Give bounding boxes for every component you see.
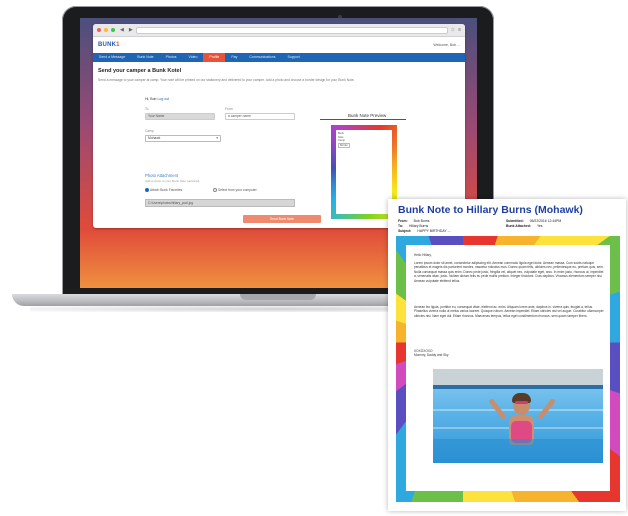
photo-attachment-subtitle: Add a photo to your Bunk Note (optional) (145, 179, 200, 183)
radio-computer[interactable]: Select from your computer (213, 188, 257, 193)
marketing-scene: ◀ ▶ ☆ ≡ BUNK1 Welcome, Bob ... Send a Me… (0, 0, 628, 516)
chevron-down-icon: ▾ (216, 136, 218, 140)
bunk1-logo[interactable]: BUNK1 (98, 42, 120, 48)
pool-wall (433, 369, 603, 385)
pool-water (433, 439, 603, 463)
bunk-note-printout: Bunk Note to Hillary Burns (Mohawk) From… (388, 199, 626, 511)
forward-arrow-icon[interactable]: ▶ (129, 27, 133, 33)
note-paragraph-1: Lorem ipsum dolor sit amet, consectetur … (414, 261, 604, 283)
nav-item[interactable]: Pay (225, 53, 243, 62)
from-label: From (225, 107, 233, 111)
nav-item[interactable]: Photos (160, 53, 183, 62)
laptop-notch (240, 294, 316, 300)
to-field[interactable]: Your Name (145, 113, 215, 120)
browser-window: ◀ ▶ ☆ ≡ BUNK1 Welcome, Bob ... Send a Me… (93, 24, 465, 228)
note-body: Hello Hillary, Lorem ipsum dolor sit ame… (406, 245, 610, 491)
note-signoff: XOXOXOXO Mommy, Daddy and Sky (414, 349, 448, 358)
close-dot[interactable] (97, 28, 101, 32)
send-bunk-note-button[interactable]: Send Bunk Note (243, 215, 321, 223)
page-intro: Send a message to your camper at camp. Y… (98, 78, 355, 82)
zoom-dot[interactable] (111, 28, 115, 32)
meta-to: To: Hillary Burns (398, 224, 429, 228)
meta-submitted: Submitted: 06/22/2016 12:44PM (506, 219, 562, 223)
meta-subject: Subject: HAPPY BIRTHDAY .... (398, 229, 452, 233)
goggles (515, 401, 528, 404)
note-title: Bunk Note to Hillary Burns (Mohawk) (398, 204, 583, 216)
camp-label: Camp (145, 129, 154, 133)
greeting-line: Hi, Bob Log out (145, 97, 170, 101)
main-nav: Send a Message Bunk Note Photos Video Profil… (93, 53, 465, 62)
from-field[interactable]: a camper name (225, 113, 295, 120)
nav-item[interactable]: Profile (203, 53, 226, 62)
note-greeting: Hello Hillary, (414, 253, 432, 257)
border-select[interactable]: Border (338, 142, 350, 149)
page-title: Send your camper a Bunk Kotel (98, 68, 182, 74)
file-path-field[interactable]: C:\Users\photos\hillary_pool.jpg (145, 199, 295, 207)
meta-from: From: Bob Burns (398, 219, 430, 223)
pool-tile (433, 385, 603, 389)
address-bar[interactable] (135, 26, 448, 34)
preview-card-inner: Bunk Note Camp Border (336, 130, 392, 214)
preview-divider (320, 119, 406, 120)
nav-item[interactable]: Communications (243, 53, 281, 62)
nav-item[interactable]: Bunk Note (131, 53, 159, 62)
nav-item[interactable]: Send a Message (93, 53, 131, 62)
signoff-line: Mommy, Daddy and Sky (414, 353, 449, 358)
note-paragraph-2: Aenean leo ligula, porttitor eu, consequ… (414, 305, 604, 318)
logout-link[interactable]: Log out (157, 97, 169, 101)
back-arrow-icon[interactable]: ◀ (120, 27, 124, 33)
meta-attached: Bunk Attached: Yes (506, 224, 543, 228)
camp-select[interactable]: Mohawk ▾ (145, 135, 221, 142)
minimize-dot[interactable] (104, 28, 108, 32)
photo-attachment-title: Photo Attachment (145, 173, 179, 178)
star-icon[interactable]: ☆ (451, 27, 455, 33)
radio-empty-icon (213, 188, 217, 193)
site-header: BUNK1 Welcome, Bob ... (93, 37, 465, 53)
nav-item[interactable]: Support (281, 53, 305, 62)
to-label: To (145, 107, 149, 111)
camper-photo (433, 369, 603, 463)
radio-bunk-favorites[interactable]: Attach Bunk Favorites (145, 188, 182, 193)
radio-selected-icon (145, 188, 149, 193)
browser-toolbar: ◀ ▶ ☆ ≡ (93, 24, 465, 37)
stationery-border: Hello Hillary, Lorem ipsum dolor sit ame… (396, 236, 620, 502)
menu-icon[interactable]: ≡ (458, 27, 461, 33)
header-account-text[interactable]: Welcome, Bob ... (433, 43, 460, 47)
preview-label: Bunk Note Preview (348, 113, 387, 118)
nav-item[interactable]: Video (183, 53, 204, 62)
